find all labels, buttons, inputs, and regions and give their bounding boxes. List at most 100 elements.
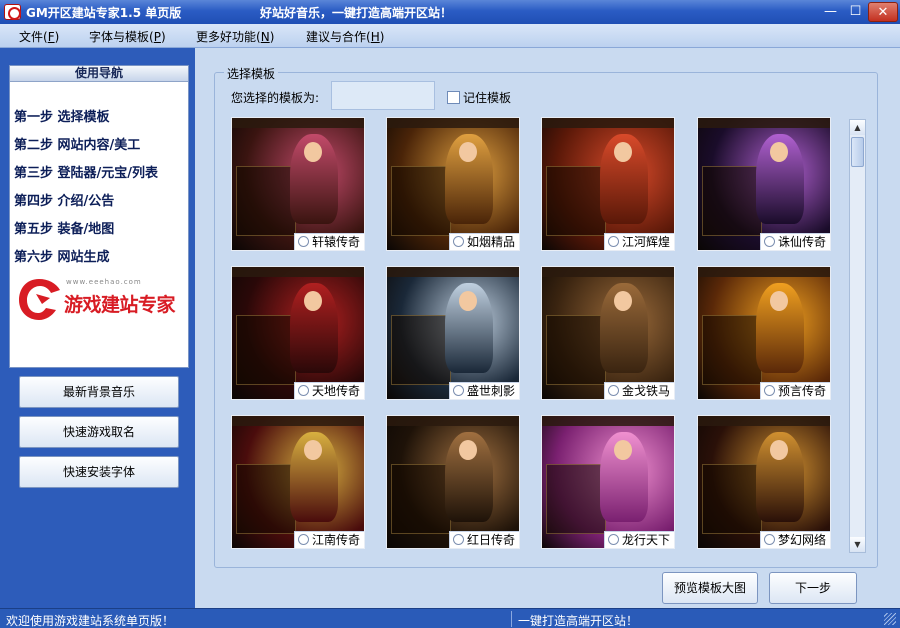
template-name: 天地传奇 [312, 384, 361, 398]
template-thumbnail[interactable]: 龙行天下 [541, 415, 675, 549]
template-thumbnail[interactable]: 金戈铁马 [541, 266, 675, 400]
radio-icon[interactable] [608, 534, 619, 545]
menu-bar: 文件(F) 字体与模板(P) 更多好功能(N) 建议与合作(H) [0, 24, 900, 48]
template-thumbnail[interactable]: 轩辕传奇 [231, 117, 365, 251]
template-name: 如烟精品 [467, 235, 516, 249]
status-bar: 欢迎使用游戏建站系统单页版！ 一键打造高端开区站！ [0, 608, 900, 628]
template-art-topbar [232, 416, 364, 426]
menu-file[interactable]: 文件(F) [19, 28, 59, 45]
nav-step-4[interactable]: 第四步 介绍/公告 [14, 190, 114, 209]
status-divider [511, 611, 512, 627]
radio-icon[interactable] [453, 534, 464, 545]
preview-template-button[interactable]: 预览模板大图 [662, 572, 758, 604]
maximize-button[interactable]: ☐ [845, 2, 866, 22]
dragon-logo-icon [19, 279, 60, 320]
template-name: 江河辉煌 [622, 235, 671, 249]
close-button[interactable]: ✕ [868, 2, 898, 22]
left-panel: 使用导航 第一步 选择模板 第二步 网站内容/美工 第三步 登陆器/元宝/列表 … [0, 48, 195, 608]
window-title: GM开区建站专家1.5 单页版 [26, 6, 182, 20]
gallery-scrollbar[interactable]: ▲ ▼ [849, 119, 866, 553]
scroll-down-icon[interactable]: ▼ [850, 537, 865, 552]
nav-step-3[interactable]: 第三步 登陆器/元宝/列表 [14, 162, 158, 181]
nav-step-2[interactable]: 第二步 网站内容/美工 [14, 134, 140, 153]
template-thumbnail[interactable]: 梦幻网络 [697, 415, 831, 549]
template-radio-option[interactable]: 江南传奇 [294, 531, 364, 548]
nav-step-5[interactable]: 第五步 装备/地图 [14, 218, 114, 237]
radio-icon[interactable] [608, 236, 619, 247]
template-art-panel [546, 464, 606, 534]
menu-feedback[interactable]: 建议与合作(H) [306, 28, 384, 45]
template-art-topbar [698, 267, 830, 277]
next-step-button[interactable]: 下一步 [769, 572, 857, 604]
radio-icon[interactable] [298, 534, 309, 545]
nav-step-6[interactable]: 第六步 网站生成 [14, 246, 110, 265]
radio-icon[interactable] [764, 236, 775, 247]
nav-step-1[interactable]: 第一步 选择模板 [14, 106, 110, 125]
template-gallery: 轩辕传奇 如烟精品 江河辉煌 诛仙传奇天地传奇 盛世刺影 金戈铁马 预言传奇江南传奇 红日传奇… [231, 117, 851, 557]
game-naming-button[interactable]: 快速游戏取名 [19, 416, 179, 448]
chosen-template-field[interactable] [331, 81, 435, 110]
radio-icon[interactable] [453, 385, 464, 396]
template-radio-option[interactable]: 龙行天下 [604, 531, 674, 548]
remember-template-checkbox[interactable]: 记住模板 [447, 89, 511, 106]
title-bar: GM开区建站专家1.5 单页版 好站好音乐，一键打造高端开区站！ — ☐ ✕ [0, 0, 900, 24]
template-name: 预言传奇 [778, 384, 827, 398]
template-thumbnail[interactable]: 红日传奇 [386, 415, 520, 549]
template-art-face [304, 291, 322, 311]
scroll-up-icon[interactable]: ▲ [850, 120, 865, 135]
template-groupbox: 选择模板 您选择的模板为: 记住模板 轩辕传奇 如烟精品 江河辉煌 诛仙传奇 天地传奇 盛… [214, 65, 878, 568]
radio-icon[interactable] [298, 385, 309, 396]
template-art-face [459, 291, 477, 311]
install-fonts-button[interactable]: 快速安装字体 [19, 456, 179, 488]
template-thumbnail[interactable]: 江南传奇 [231, 415, 365, 549]
template-art-panel [702, 315, 762, 385]
resize-grip-icon[interactable] [884, 613, 896, 625]
template-thumbnail[interactable]: 江河辉煌 [541, 117, 675, 251]
template-art-topbar [232, 118, 364, 128]
template-radio-option[interactable]: 预言传奇 [760, 382, 830, 399]
template-name: 轩辕传奇 [312, 235, 361, 249]
radio-icon[interactable] [298, 236, 309, 247]
template-thumbnail[interactable]: 诛仙传奇 [697, 117, 831, 251]
template-art-panel [236, 315, 296, 385]
background-music-button[interactable]: 最新背景音乐 [19, 376, 179, 408]
radio-icon[interactable] [764, 385, 775, 396]
template-art-panel [546, 315, 606, 385]
template-art-topbar [387, 416, 519, 426]
status-slogan: 一键打造高端开区站！ [518, 614, 639, 628]
scroll-thumb[interactable] [851, 137, 864, 167]
template-art-face [770, 142, 788, 162]
main-panel: 选择模板 您选择的模板为: 记住模板 轩辕传奇 如烟精品 江河辉煌 诛仙传奇 天地传奇 盛… [195, 48, 900, 608]
template-name: 盛世刺影 [467, 384, 516, 398]
template-radio-option[interactable]: 如烟精品 [449, 233, 519, 250]
radio-icon[interactable] [764, 534, 775, 545]
template-thumbnail[interactable]: 天地传奇 [231, 266, 365, 400]
template-radio-option[interactable]: 诛仙传奇 [760, 233, 830, 250]
logo-url: www.eeehao.com [66, 278, 142, 286]
minimize-button[interactable]: — [820, 2, 841, 22]
radio-icon[interactable] [608, 385, 619, 396]
checkbox-icon[interactable] [447, 91, 460, 104]
radio-icon[interactable] [453, 236, 464, 247]
template-name: 红日传奇 [467, 533, 516, 547]
template-radio-option[interactable]: 轩辕传奇 [294, 233, 364, 250]
template-radio-option[interactable]: 盛世刺影 [449, 382, 519, 399]
template-thumbnail[interactable]: 预言传奇 [697, 266, 831, 400]
template-art-topbar [232, 267, 364, 277]
template-radio-option[interactable]: 江河辉煌 [604, 233, 674, 250]
template-art-topbar [542, 118, 674, 128]
menu-more-features[interactable]: 更多好功能(N) [196, 28, 274, 45]
template-radio-option[interactable]: 天地传奇 [294, 382, 364, 399]
template-radio-option[interactable]: 梦幻网络 [760, 531, 830, 548]
navigation-box: 使用导航 第一步 选择模板 第二步 网站内容/美工 第三步 登陆器/元宝/列表 … [9, 65, 189, 368]
logo-text: 游戏建站专家 [64, 294, 176, 316]
group-title: 选择模板 [224, 65, 279, 82]
menu-font-template[interactable]: 字体与模板(P) [89, 28, 166, 45]
template-radio-option[interactable]: 金戈铁马 [604, 382, 674, 399]
template-art-topbar [542, 416, 674, 426]
template-art-face [304, 440, 322, 460]
template-thumbnail[interactable]: 盛世刺影 [386, 266, 520, 400]
app-logo-icon[interactable] [4, 4, 21, 20]
template-thumbnail[interactable]: 如烟精品 [386, 117, 520, 251]
template-radio-option[interactable]: 红日传奇 [449, 531, 519, 548]
